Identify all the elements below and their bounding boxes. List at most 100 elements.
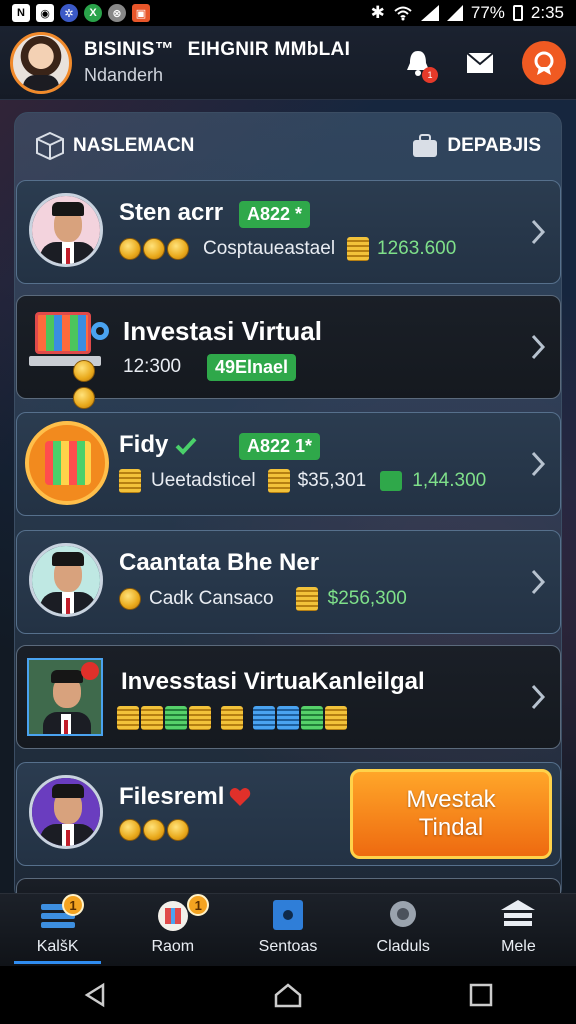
signal-2-icon [446, 5, 463, 21]
list-item[interactable]: Fidy A822 1* Ueetadsticel $35,301 1,44.3… [16, 412, 561, 516]
store-notification-icon: ▣ [132, 4, 150, 22]
nav-label: Mele [501, 938, 536, 955]
avatar [29, 193, 103, 267]
avatar [29, 775, 103, 849]
coin-stack-icon [165, 706, 187, 730]
wifi-icon [394, 6, 412, 21]
recents-icon[interactable] [469, 983, 493, 1007]
status-badge: 49Elnael [207, 354, 297, 381]
avatar [29, 543, 103, 617]
app-notification-icon: N [12, 4, 30, 22]
trend-icon [380, 471, 403, 491]
home-icon[interactable] [273, 982, 303, 1008]
rewards-button[interactable] [522, 40, 566, 85]
coin-stack-icon [267, 469, 290, 493]
avatar [27, 658, 103, 736]
list-item[interactable]: Invesstasi VirtuaKanleilgal [16, 645, 561, 749]
card-subtitle: Cosptaueastael [203, 238, 336, 259]
nav-item-settings[interactable]: Claduls [346, 894, 461, 966]
box-icon [36, 131, 64, 161]
card-title: Filesreml [119, 783, 225, 810]
nav-label: Claduls [376, 938, 430, 955]
heart-icon [229, 788, 251, 806]
coin-stacks [117, 706, 349, 730]
gear-icon [91, 322, 109, 340]
clock: 2:35 [530, 3, 564, 22]
nav-label: KalšK [36, 938, 79, 955]
coin-stack-icon [253, 706, 275, 730]
check-icon [175, 437, 197, 455]
back-icon[interactable] [83, 982, 107, 1008]
badge-icon [534, 51, 554, 75]
app-title-part-1: BISINIS™ [84, 39, 175, 60]
coin-stack-icon [295, 587, 318, 611]
invest-button-line-1: Mvestak [406, 786, 496, 813]
gear-icon [390, 901, 417, 927]
coin-stack-icon [277, 706, 299, 730]
chevron-right-icon [531, 451, 546, 477]
coin-icon [167, 238, 189, 260]
card-value: $256,300 [327, 588, 407, 609]
list-item[interactable]: Filesreml Mvestak Tindal [16, 762, 561, 866]
panel-right-label: DEPABJIS [447, 135, 541, 156]
card-value: 1,44.300 [412, 470, 487, 491]
chevron-right-icon [531, 219, 546, 245]
bluetooth-icon: ✱ [370, 3, 385, 22]
notification-button[interactable]: 1 [398, 43, 438, 83]
status-badge: A822 * [239, 201, 311, 228]
panel-left-label[interactable]: NASLEMACN [73, 135, 194, 157]
coin-icon [119, 238, 141, 260]
messages-button[interactable] [460, 43, 500, 83]
nav-item-bank[interactable]: Mele [461, 894, 576, 966]
chevron-right-icon [531, 334, 546, 360]
nav-label: Sentoas [258, 938, 318, 955]
nav-item-safe[interactable]: Sentoas [230, 894, 345, 966]
nav-item-rewards[interactable]: 1 Raom [115, 894, 230, 966]
notification-badge: 1 [422, 66, 438, 83]
card-title: Caantata Bhe Ner [119, 549, 320, 576]
card-subtitle: Ueetadsticel [151, 470, 256, 491]
deposit-link[interactable]: DEPABJIS [411, 132, 541, 160]
coin-icon [143, 238, 165, 260]
app-subtitle: Ndanderh [84, 65, 164, 85]
coin-stack-icon [189, 706, 211, 730]
status-bar: N ◉ ✲ X ⊗ ▣ ✱ 77% 2:35 [0, 0, 576, 26]
list-item[interactable]: Investasi Virtual 12:300 49Elnael [16, 295, 561, 409]
calendar-icon [25, 421, 109, 505]
bottom-navigation: 1 KalšK 1 Raom Sentoas Claduls Mele [0, 893, 576, 966]
mail-icon [466, 51, 494, 73]
list-item[interactable]: Sten acrr A822 * Cosptaueastael 1263.600 [16, 180, 561, 284]
card-number: 12:300 [123, 356, 182, 377]
network-notification-icon: ⊗ [108, 4, 126, 22]
coin-stack-icon [119, 469, 141, 493]
list-item[interactable]: Caantata Bhe Ner Cadk Cansaco $256,300 [16, 530, 561, 634]
battery-percent: 77% [470, 3, 505, 22]
card-value: 1263.600 [377, 238, 457, 259]
coin-icon [119, 819, 141, 841]
status-badge: A822 1* [239, 433, 321, 460]
coin-stack-icon [301, 706, 323, 730]
card-subtitle: Cadk Cansaco [149, 588, 274, 609]
invest-button-line-2: Tindal [418, 814, 484, 841]
nav-badge: 1 [62, 894, 84, 916]
battery-icon [512, 5, 523, 21]
camera-notification-icon: ◉ [36, 4, 54, 22]
coin-stack-icon [141, 706, 163, 730]
nav-badge: 1 [187, 894, 210, 916]
coin-icon [119, 588, 141, 610]
safe-icon [273, 900, 303, 930]
profile-avatar[interactable] [10, 31, 72, 94]
card-title: Fidy [119, 431, 169, 458]
coin-icon [167, 819, 189, 841]
coin-stack-icon [221, 706, 243, 730]
nav-item-home[interactable]: 1 KalšK [0, 894, 115, 966]
card-title: Investasi Virtual [123, 316, 322, 346]
bank-icon [501, 900, 536, 926]
coin-stack-icon [347, 237, 370, 261]
card-title: Sten acrr [119, 199, 224, 226]
settings-notification-icon: ✲ [60, 4, 78, 22]
coin-icon [143, 819, 165, 841]
coin-stack-icon [325, 706, 347, 730]
card-amount: $35,301 [297, 470, 367, 491]
invest-button[interactable]: Mvestak Tindal [350, 769, 552, 859]
